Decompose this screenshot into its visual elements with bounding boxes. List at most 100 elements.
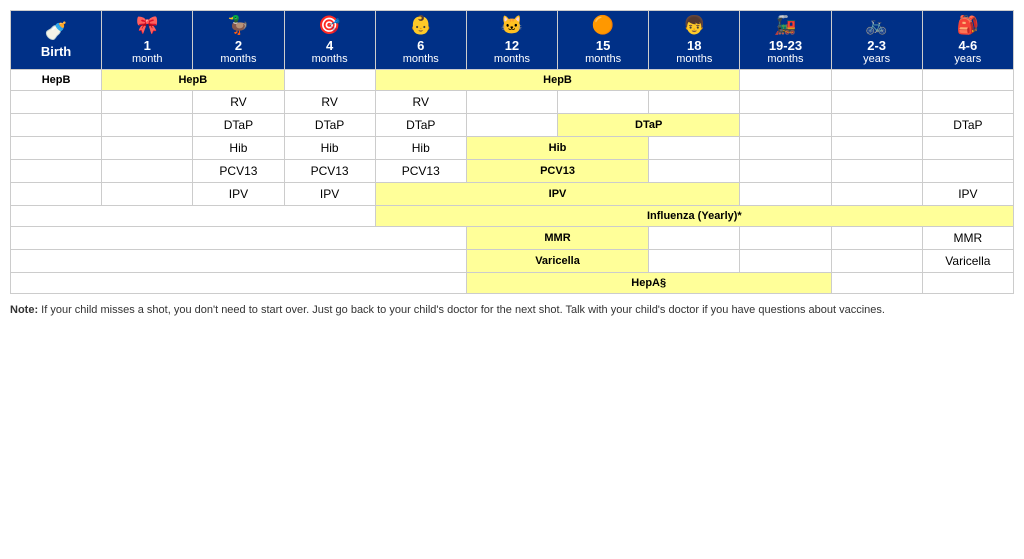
dtap-row: DTaP DTaP DTaP DTaP DTaP bbox=[11, 114, 1014, 137]
varicella-19-23mo bbox=[740, 250, 831, 273]
rv-row: RV RV RV bbox=[11, 91, 1014, 114]
pcv13-4-6yr bbox=[922, 160, 1013, 183]
pcv13-birth bbox=[11, 160, 102, 183]
ipv-birth bbox=[11, 183, 102, 206]
hepa-empty bbox=[11, 273, 467, 294]
header-2mo: 🦆 2 months bbox=[193, 11, 284, 70]
hepb-row: HepB HepB HepB bbox=[11, 70, 1014, 91]
header-birth: 🍼 Birth bbox=[11, 11, 102, 70]
dtap-2mo: DTaP bbox=[193, 114, 284, 137]
ipv-6mo-18mo: IPV bbox=[375, 183, 740, 206]
influenza-row: Influenza (Yearly)* bbox=[11, 206, 1014, 227]
hib-4mo: Hib bbox=[284, 137, 375, 160]
mmr-2-3yr bbox=[831, 227, 922, 250]
hepb-2-3yr bbox=[831, 70, 922, 91]
header-4mo: 🎯 4 months bbox=[284, 11, 375, 70]
note-section: Note: If your child misses a shot, you d… bbox=[10, 302, 1014, 319]
2mo-icon: 🦆 bbox=[195, 15, 281, 36]
4mo-age: 4 bbox=[326, 38, 333, 53]
dtap-2-3yr bbox=[831, 114, 922, 137]
12mo-icon: 🐱 bbox=[469, 15, 555, 36]
19-23mo-age: 19-23 bbox=[769, 38, 802, 53]
12mo-unit: months bbox=[494, 53, 530, 65]
mmr-18mo bbox=[649, 227, 740, 250]
hepa-4-6yr bbox=[922, 273, 1013, 294]
rv-19-23mo bbox=[740, 91, 831, 114]
18mo-unit: months bbox=[676, 53, 712, 65]
6mo-age: 6 bbox=[417, 38, 424, 53]
pcv13-1mo bbox=[102, 160, 193, 183]
19-23mo-unit: months bbox=[767, 53, 803, 65]
pcv13-2-3yr bbox=[831, 160, 922, 183]
hib-1mo bbox=[102, 137, 193, 160]
ipv-1mo bbox=[102, 183, 193, 206]
hepb-6mo-18mo: HepB bbox=[375, 70, 740, 91]
4-6yr-age: 4-6 bbox=[958, 38, 977, 53]
header-15mo: 🟠 15 months bbox=[558, 11, 649, 70]
4mo-icon: 🎯 bbox=[287, 15, 373, 36]
ipv-4-6yr: IPV bbox=[922, 183, 1013, 206]
rv-15mo bbox=[558, 91, 649, 114]
varicella-4-6yr: Varicella bbox=[922, 250, 1013, 273]
2-3yr-unit: years bbox=[863, 53, 890, 65]
2mo-unit: months bbox=[220, 53, 256, 65]
header-19-23mo: 🚂 19-23 months bbox=[740, 11, 831, 70]
varicella-empty bbox=[11, 250, 467, 273]
vaccine-schedule-table: 🍼 Birth 🎀 1 month 🦆 2 months 🎯 4 months … bbox=[10, 10, 1014, 294]
hepb-label: HepB bbox=[11, 70, 102, 91]
hib-12mo-15mo: Hib bbox=[466, 137, 648, 160]
influenza-span: Influenza (Yearly)* bbox=[375, 206, 1013, 227]
hib-18mo bbox=[649, 137, 740, 160]
hib-row: Hib Hib Hib Hib bbox=[11, 137, 1014, 160]
header-1mo: 🎀 1 month bbox=[102, 11, 193, 70]
4-6yr-unit: years bbox=[954, 53, 981, 65]
18mo-age: 18 bbox=[687, 38, 701, 53]
hepa-row: HepA§ bbox=[11, 273, 1014, 294]
ipv-row: IPV IPV IPV IPV bbox=[11, 183, 1014, 206]
ipv-2mo: IPV bbox=[193, 183, 284, 206]
varicella-18mo bbox=[649, 250, 740, 273]
varicella-span: Varicella bbox=[466, 250, 648, 273]
ipv-2-3yr bbox=[831, 183, 922, 206]
pcv13-row: PCV13 PCV13 PCV13 PCV13 bbox=[11, 160, 1014, 183]
pcv13-19-23mo bbox=[740, 160, 831, 183]
dtap-12mo bbox=[466, 114, 557, 137]
2-3yr-age: 2-3 bbox=[867, 38, 886, 53]
6mo-unit: months bbox=[403, 53, 439, 65]
hepb-4-6yr bbox=[922, 70, 1013, 91]
dtap-1mo bbox=[102, 114, 193, 137]
dtap-4mo: DTaP bbox=[284, 114, 375, 137]
dtap-15mo-18mo: DTaP bbox=[558, 114, 740, 137]
pcv13-18mo bbox=[649, 160, 740, 183]
6mo-icon: 👶 bbox=[378, 15, 464, 36]
mmr-empty bbox=[11, 227, 467, 250]
18mo-icon: 👦 bbox=[651, 15, 737, 36]
hib-2-3yr bbox=[831, 137, 922, 160]
hib-6mo: Hib bbox=[375, 137, 466, 160]
note-text: If your child misses a shot, you don't n… bbox=[41, 304, 885, 316]
hepb-4mo bbox=[284, 70, 375, 91]
rv-18mo bbox=[649, 91, 740, 114]
rv-2mo: RV bbox=[193, 91, 284, 114]
mmr-19-23mo bbox=[740, 227, 831, 250]
rv-4mo: RV bbox=[284, 91, 375, 114]
ipv-4mo: IPV bbox=[284, 183, 375, 206]
12mo-age: 12 bbox=[505, 38, 519, 53]
header-6mo: 👶 6 months bbox=[375, 11, 466, 70]
mmr-4-6yr: MMR bbox=[922, 227, 1013, 250]
1mo-age: 1 bbox=[144, 38, 151, 53]
hib-2mo: Hib bbox=[193, 137, 284, 160]
hepb-19-23mo bbox=[740, 70, 831, 91]
hib-birth bbox=[11, 137, 102, 160]
rv-2-3yr bbox=[831, 91, 922, 114]
pcv13-12mo-15mo: PCV13 bbox=[466, 160, 648, 183]
15mo-unit: months bbox=[585, 53, 621, 65]
ipv-19-23mo bbox=[740, 183, 831, 206]
15mo-icon: 🟠 bbox=[560, 15, 646, 36]
pcv13-4mo: PCV13 bbox=[284, 160, 375, 183]
rv-birth bbox=[11, 91, 102, 114]
hepa-2-3yr bbox=[831, 273, 922, 294]
hepa-span: HepA§ bbox=[466, 273, 831, 294]
birth-icon: 🍼 bbox=[13, 21, 99, 42]
dtap-4-6yr: DTaP bbox=[922, 114, 1013, 137]
